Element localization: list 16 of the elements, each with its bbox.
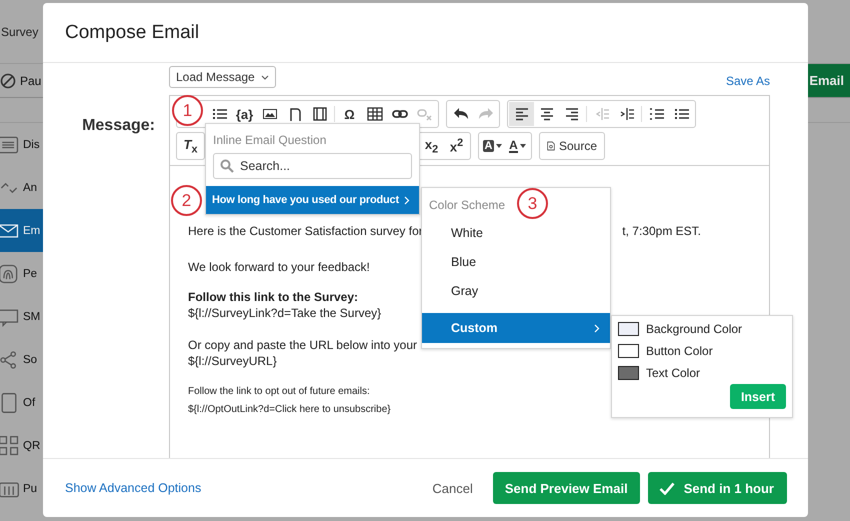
body-text: ${l://SurveyURL} [188, 353, 277, 369]
color-label: Background Color [646, 322, 742, 336]
color-label: Button Color [646, 344, 713, 358]
body-text: ${l://OptOutLink?d=Click here to unsubscribe} [188, 403, 391, 417]
color-label: Text Color [646, 366, 700, 380]
menu-title: Color Scheme [428, 197, 506, 214]
body-text: t, 7:30pm EST. [622, 223, 701, 239]
body-text: We look forward to your feedback! [188, 259, 370, 275]
body-text: ${l://SurveyLink?d=Take the Survey} [188, 305, 382, 321]
message-label: Message: [81, 116, 156, 136]
dialog-title: Compose Email [65, 22, 200, 44]
body-text: Follow this link to the Survey: [188, 289, 358, 305]
body-text: Or copy and paste the URL below into your [188, 337, 418, 353]
menu-title: Inline Email Question [212, 132, 328, 147]
body-text: Follow the link to opt out of future emails: [188, 385, 370, 399]
body-text: Here is the Customer Satisfaction survey for [188, 223, 423, 239]
